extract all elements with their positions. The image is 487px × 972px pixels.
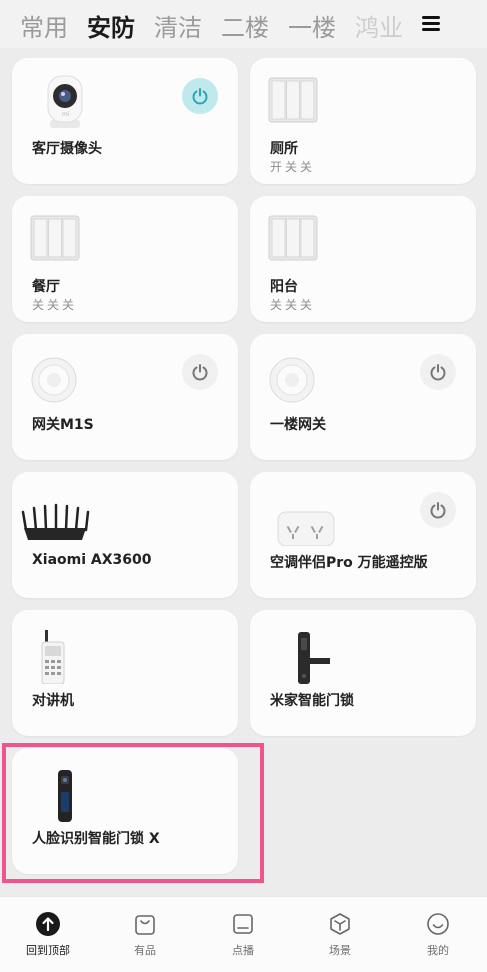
device-card-mijia-door-lock[interactable]: 米家智能门锁 xyxy=(250,610,476,736)
device-status: 关关关 xyxy=(32,298,78,312)
nav-dianbo[interactable]: 点播 xyxy=(208,911,278,958)
device-name: 阳台 xyxy=(270,279,298,295)
device-name: 空调伴侣Pro 万能遥控版 xyxy=(270,555,428,571)
shopping-bag-icon xyxy=(132,911,158,937)
tab-changyong[interactable]: 常用 xyxy=(20,8,68,43)
device-name: 网关M1S xyxy=(32,417,94,433)
device-card-balcony-switch[interactable]: 阳台 关关关 xyxy=(250,196,476,322)
device-name: 对讲机 xyxy=(32,693,74,709)
smiley-icon xyxy=(425,911,451,937)
device-name: Xiaomi AX3600 xyxy=(32,552,152,568)
power-icon xyxy=(192,88,208,105)
power-icon xyxy=(430,364,446,381)
router-icon xyxy=(20,486,90,546)
power-button[interactable] xyxy=(420,354,456,390)
ac-companion-icon xyxy=(268,486,338,547)
nav-label: 回到顶部 xyxy=(26,944,70,957)
device-card-gateway-m1s[interactable]: 网关M1S xyxy=(12,334,238,460)
tab-qingjie[interactable]: 清洁 xyxy=(154,8,202,43)
power-button[interactable] xyxy=(182,78,218,114)
highlight-box xyxy=(2,743,264,883)
gateway-icon xyxy=(268,348,338,408)
tab-erlou[interactable]: 二楼 xyxy=(221,8,269,43)
device-name: 厕所 xyxy=(270,141,298,157)
triple-switch-icon xyxy=(30,210,100,270)
device-card-walkie-talkie[interactable]: 对讲机 xyxy=(12,610,238,736)
camera-icon: mi xyxy=(30,72,100,132)
door-lock-icon xyxy=(268,624,338,684)
device-name: 一楼网关 xyxy=(270,417,326,433)
walkie-talkie-icon xyxy=(30,624,100,685)
device-status: 关关关 xyxy=(270,298,316,312)
gateway-icon xyxy=(30,348,100,408)
nav-label: 点播 xyxy=(232,944,254,957)
bottom-nav: 回到顶部 有品 点播 场景 我的 xyxy=(0,896,487,972)
device-card-toilet-switch[interactable]: 厕所 开关关 xyxy=(250,58,476,184)
device-name: 餐厅 xyxy=(32,279,60,295)
nav-back-to-top[interactable]: 回到顶部 xyxy=(13,911,83,958)
triple-switch-icon xyxy=(268,72,338,132)
cube-icon xyxy=(327,911,353,937)
nav-youpin[interactable]: 有品 xyxy=(110,911,180,958)
tab-anfang[interactable]: 安防 xyxy=(87,8,135,43)
tab-yilou[interactable]: 一楼 xyxy=(288,8,336,43)
nav-scene[interactable]: 场景 xyxy=(305,911,375,958)
nav-label: 有品 xyxy=(134,944,156,957)
device-card-living-room-camera[interactable]: mi 客厅摄像头 xyxy=(12,58,238,184)
device-name: 米家智能门锁 xyxy=(270,693,354,709)
device-card-xiaomi-router[interactable]: Xiaomi AX3600 xyxy=(12,472,238,598)
power-icon xyxy=(430,502,446,519)
device-name: 客厅摄像头 xyxy=(32,141,102,157)
device-card-first-floor-gateway[interactable]: 一楼网关 xyxy=(250,334,476,460)
nav-label: 我的 xyxy=(427,944,449,957)
tv-icon xyxy=(230,911,256,937)
power-button[interactable] xyxy=(420,492,456,528)
svg-text:mi: mi xyxy=(62,111,70,118)
tab-hongye[interactable]: 鸿业 xyxy=(355,8,403,43)
power-button[interactable] xyxy=(182,354,218,390)
power-icon xyxy=(192,364,208,381)
device-card-dining-room-switch[interactable]: 餐厅 关关关 xyxy=(12,196,238,322)
device-card-ac-companion-pro[interactable]: 空调伴侣Pro 万能遥控版 xyxy=(250,472,476,598)
hamburger-menu-icon[interactable] xyxy=(420,14,446,34)
nav-mine[interactable]: 我的 xyxy=(403,911,473,958)
device-status: 开关关 xyxy=(270,160,316,174)
nav-label: 场景 xyxy=(329,944,351,957)
arrow-up-icon xyxy=(35,911,61,937)
triple-switch-icon xyxy=(268,210,338,270)
category-tab-bar: 常用 安防 清洁 二楼 一楼 鸿业 xyxy=(0,0,487,48)
